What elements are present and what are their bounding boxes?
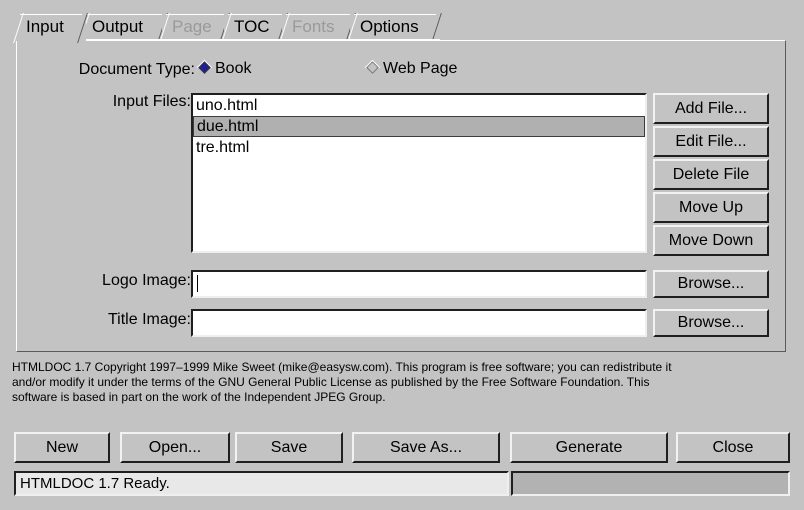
tab-output[interactable]: Output bbox=[79, 13, 168, 43]
add-file-button[interactable]: Add File... bbox=[653, 93, 769, 124]
radio-document-type-book[interactable] bbox=[196, 59, 213, 76]
logo-image-input[interactable] bbox=[191, 270, 647, 298]
tab-label: Fonts bbox=[292, 17, 335, 36]
tab-bar: Input Output Page TOC Fonts Options bbox=[13, 13, 786, 43]
title-image-label: Title Image: bbox=[108, 311, 191, 328]
save-button[interactable]: Save bbox=[235, 432, 343, 463]
list-item[interactable]: uno.html bbox=[193, 95, 645, 116]
copyright-line-2: and/or modify it under the terms of the … bbox=[12, 375, 650, 389]
generate-button[interactable]: Generate bbox=[510, 432, 668, 463]
copyright-notice: HTMLDOC 1.7 Copyright 1997–1999 Mike Swe… bbox=[12, 360, 794, 405]
title-image-browse-button[interactable]: Browse... bbox=[653, 309, 769, 337]
logo-image-browse-button[interactable]: Browse... bbox=[653, 270, 769, 298]
tab-toc[interactable]: TOC bbox=[221, 13, 288, 43]
tab-page: Page bbox=[159, 13, 230, 43]
edit-file-button[interactable]: Edit File... bbox=[653, 126, 769, 157]
tab-label: TOC bbox=[234, 17, 270, 36]
copyright-line-3: software is based in part on the work of… bbox=[12, 390, 386, 404]
input-files-list[interactable]: uno.html due.html tre.html bbox=[191, 93, 647, 253]
open-button[interactable]: Open... bbox=[120, 432, 230, 463]
progress-bar bbox=[511, 471, 790, 496]
tab-left-edge bbox=[13, 13, 24, 43]
list-item[interactable]: tre.html bbox=[193, 137, 645, 158]
document-type-label: Document Type: bbox=[78, 61, 195, 78]
radio-diamond-icon bbox=[198, 61, 211, 74]
radio-document-type-web-page[interactable] bbox=[364, 59, 381, 76]
tab-label: Page bbox=[172, 17, 212, 36]
copyright-line-1: HTMLDOC 1.7 Copyright 1997–1999 Mike Swe… bbox=[12, 360, 672, 374]
radio-label-book[interactable]: Book bbox=[215, 60, 251, 78]
tab-label: Options bbox=[360, 17, 419, 36]
tab-input[interactable]: Input bbox=[13, 13, 88, 43]
logo-image-label: Logo Image: bbox=[102, 272, 191, 289]
radio-diamond-icon bbox=[366, 61, 379, 74]
move-down-button[interactable]: Move Down bbox=[653, 225, 769, 256]
htmldoc-window: Input Output Page TOC Fonts Options Document … bbox=[0, 0, 804, 510]
tab-label: Output bbox=[92, 17, 144, 36]
move-up-button[interactable]: Move Up bbox=[653, 192, 769, 223]
input-tab-panel: Document Type: Book Web Page Input Files… bbox=[16, 40, 786, 352]
text-caret bbox=[197, 275, 198, 292]
tab-label: Input bbox=[26, 17, 64, 36]
radio-label-web-page[interactable]: Web Page bbox=[383, 60, 457, 78]
save-as-button[interactable]: Save As... bbox=[352, 432, 500, 463]
delete-file-button[interactable]: Delete File bbox=[653, 159, 769, 190]
new-button[interactable]: New bbox=[14, 432, 110, 463]
title-image-input[interactable] bbox=[191, 309, 647, 337]
list-item[interactable]: due.html bbox=[193, 116, 645, 137]
close-button[interactable]: Close bbox=[676, 432, 790, 463]
tab-fonts: Fonts bbox=[279, 13, 356, 43]
tab-options[interactable]: Options bbox=[347, 13, 442, 43]
status-bar: HTMLDOC 1.7 Ready. bbox=[14, 471, 509, 496]
input-files-label: Input Files: bbox=[112, 93, 191, 110]
